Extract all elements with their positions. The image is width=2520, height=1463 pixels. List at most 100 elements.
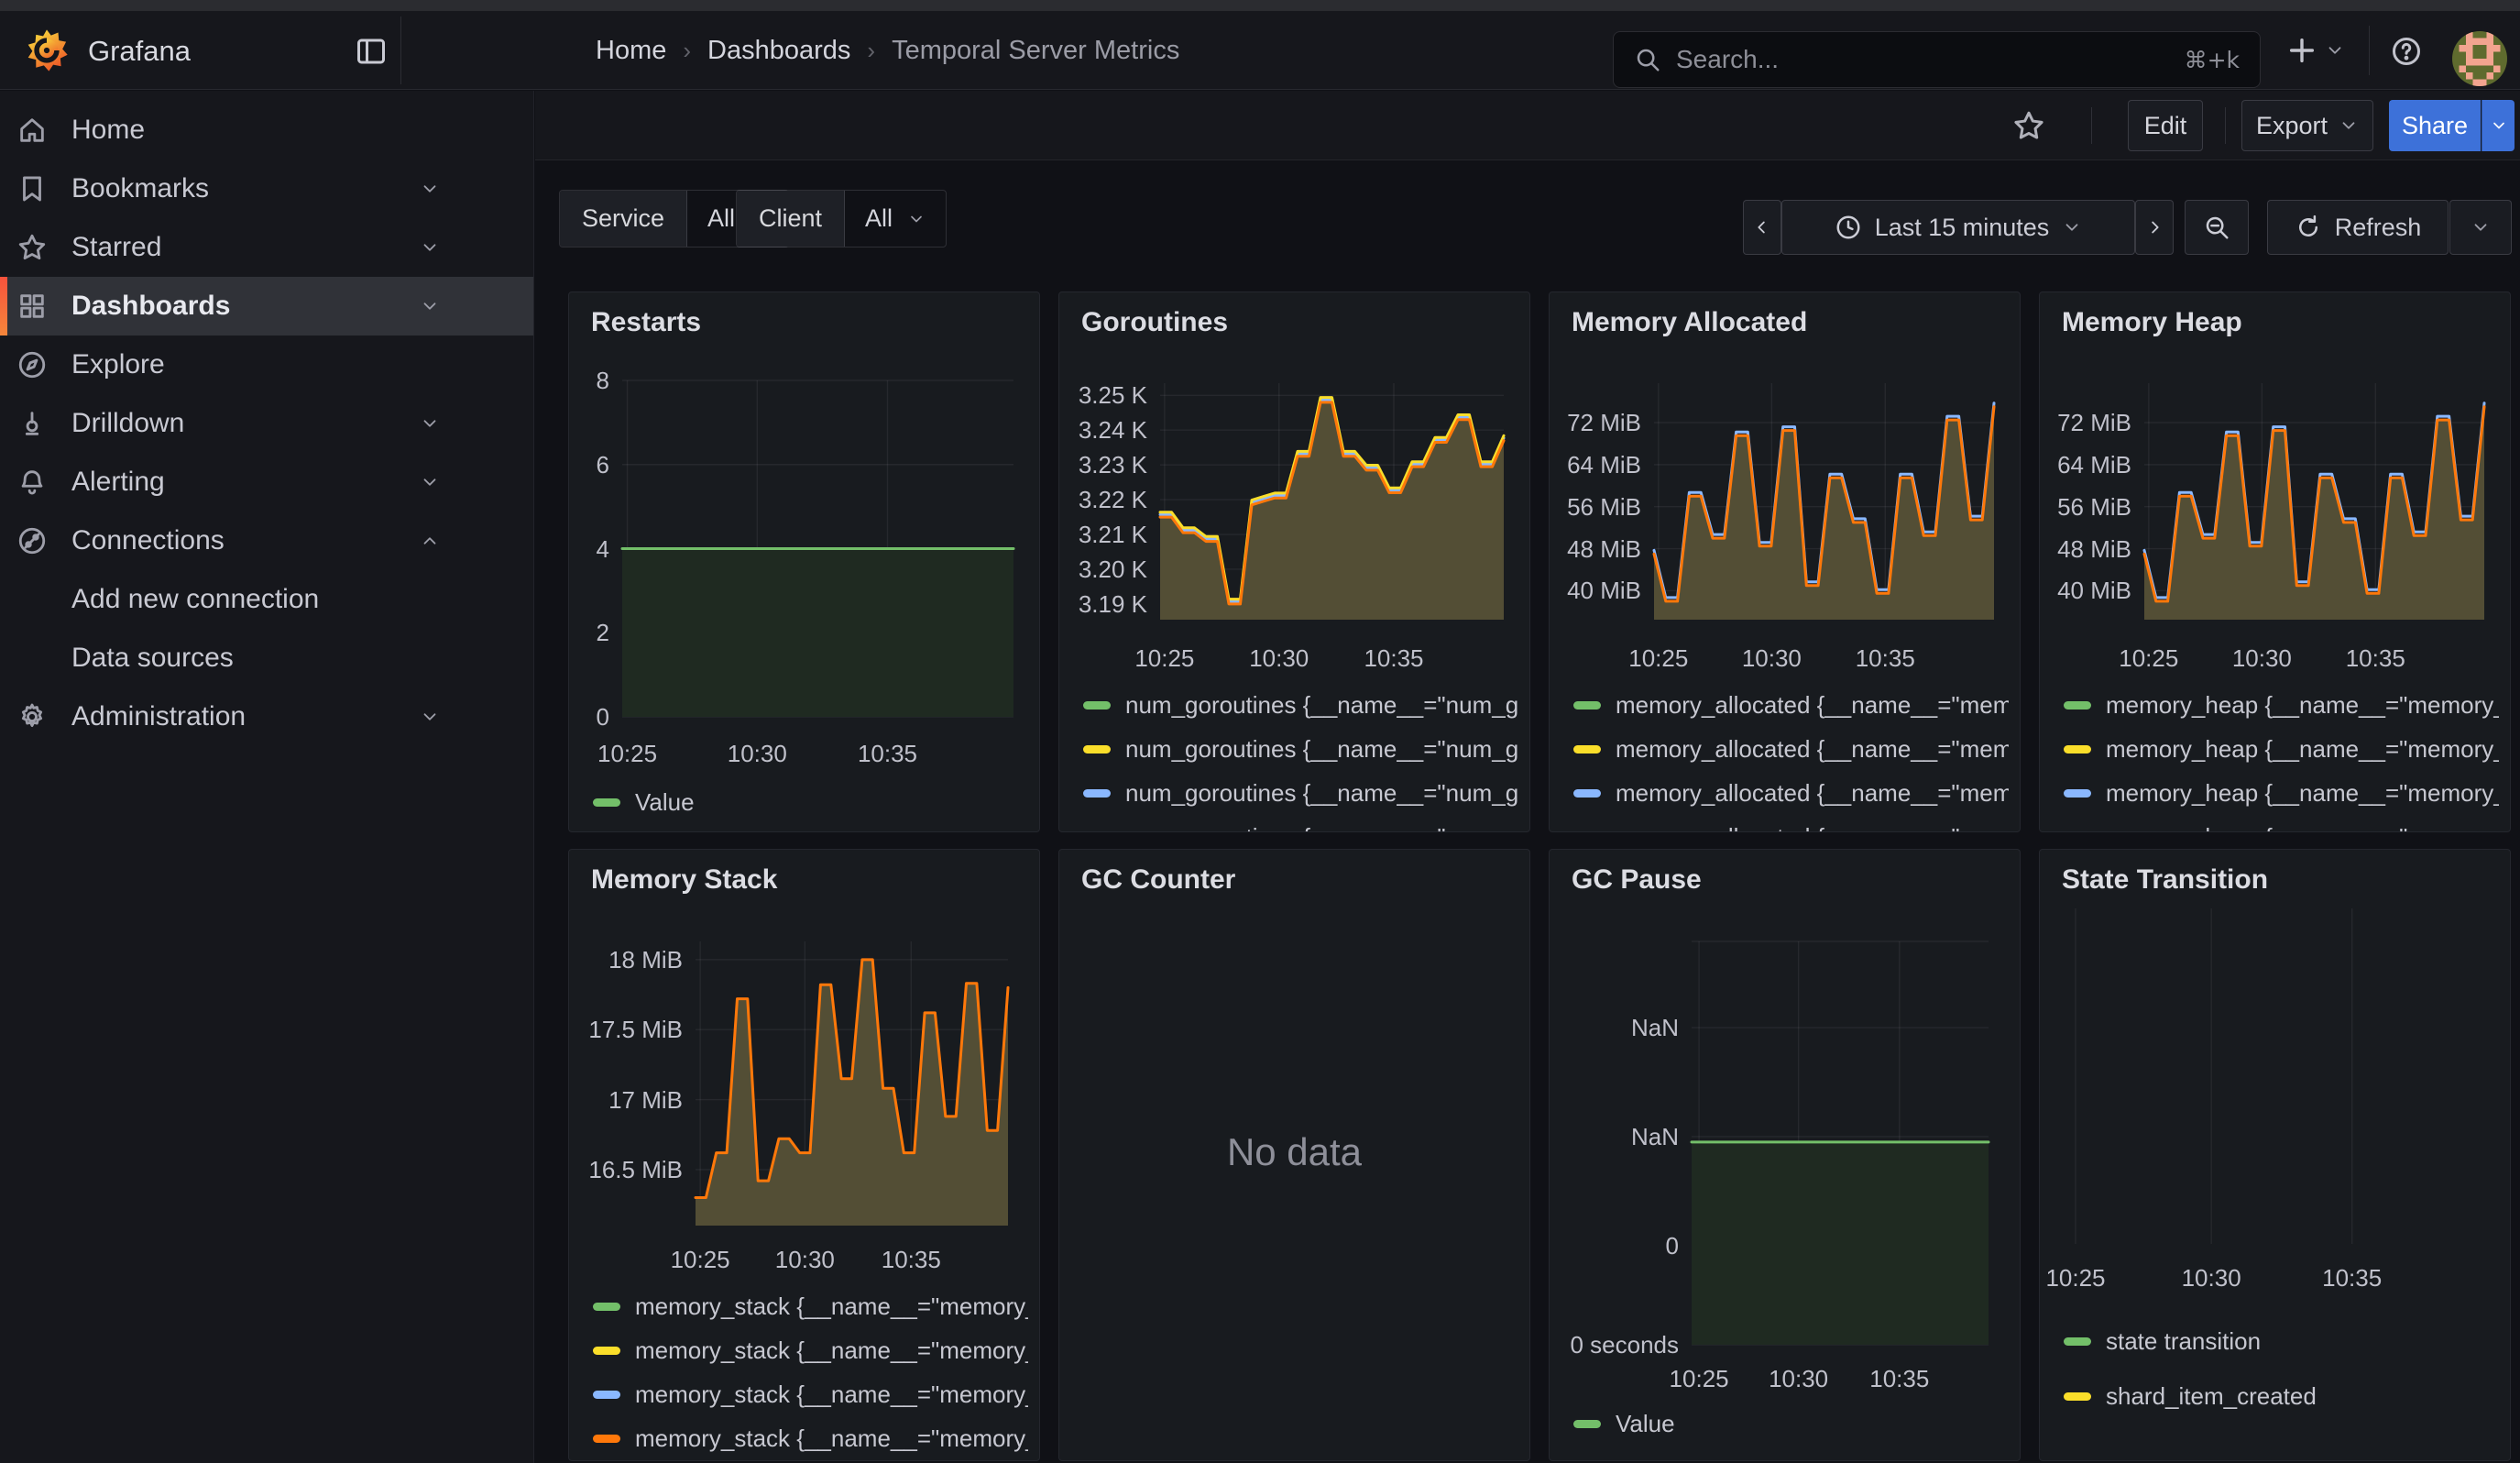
panel-title[interactable]: Memory Allocated	[1572, 307, 1807, 338]
legend-label: num_goroutines {__name__="num_go	[1125, 691, 1518, 720]
refresh-button[interactable]: Refresh	[2267, 200, 2449, 255]
y-axis-tick: 17.5 MiB	[569, 1016, 683, 1044]
export-label: Export	[2256, 112, 2328, 140]
legend-item[interactable]: num_goroutines {__name__="num_go	[1083, 687, 1518, 723]
legend-item[interactable]: num_goroutines {__name__="num_go	[1083, 731, 1518, 767]
panel-title[interactable]: Restarts	[591, 307, 701, 338]
time-forward-button[interactable]	[2135, 200, 2174, 255]
panel-title[interactable]: GC Counter	[1081, 864, 1235, 896]
legend-item[interactable]: memory_stack {__name__="memory_s	[593, 1420, 1028, 1457]
legend-item[interactable]: Value	[1573, 1405, 2009, 1442]
legend-swatch	[1083, 745, 1111, 754]
legend-label: memory_allocated {__name__="memo	[1616, 735, 2009, 764]
zoom-out-button[interactable]	[2185, 200, 2249, 255]
breadcrumb-home[interactable]: Home	[596, 36, 666, 66]
chart-plot[interactable]	[2144, 383, 2484, 620]
chart-plot[interactable]	[2054, 908, 2503, 1244]
export-button[interactable]: Export	[2241, 100, 2373, 151]
legend-item[interactable]: memory_heap {__name__="memory_h	[2064, 687, 2499, 723]
legend-item[interactable]: num_goroutines {__name__="num_go	[1083, 775, 1518, 811]
sidebar-item-dashboards[interactable]: Dashboards	[0, 277, 533, 336]
plus-icon	[2286, 35, 2317, 66]
panel-title[interactable]: Memory Heap	[2062, 307, 2242, 338]
x-axis-tick: 10:35	[2311, 644, 2439, 673]
chart-plot[interactable]	[1692, 941, 1989, 1345]
dock-menu-icon[interactable]	[354, 35, 389, 68]
legend-item[interactable]: state transition	[2064, 1323, 2499, 1359]
grafana-logo-icon[interactable]	[24, 28, 70, 73]
legend-item[interactable]: memory_allocated {__name__="memo	[1573, 687, 2009, 723]
sidebar-item-connections[interactable]: Connections	[0, 512, 533, 570]
sidebar-item-bookmarks[interactable]: Bookmarks	[0, 160, 533, 218]
sidebar-item-label: Bookmarks	[71, 173, 209, 204]
legend-item[interactable]: memory_heap {__name__="memory_h	[2064, 731, 2499, 767]
sidebar-item-data-sources[interactable]: Data sources	[0, 629, 533, 688]
y-axis-tick: NaN	[1550, 1014, 1679, 1042]
client-filter[interactable]: Client All	[736, 190, 947, 248]
service-filter-label: Service	[560, 191, 687, 247]
legend-swatch	[593, 1303, 620, 1311]
legend-item[interactable]: memory_allocated {__name__="memo	[1573, 775, 2009, 811]
sidebar-item-starred[interactable]: Starred	[0, 218, 533, 277]
x-axis-tick: 10:35	[1835, 1365, 1964, 1393]
sidebar-item-drilldown[interactable]: Drilldown	[0, 394, 533, 453]
sidebar-item-alerting[interactable]: Alerting	[0, 453, 533, 512]
legend-item[interactable]: memory_stack {__name__="memory_s	[593, 1288, 1028, 1325]
breadcrumb-dashboards[interactable]: Dashboards	[707, 36, 850, 66]
chart-plot[interactable]	[1654, 383, 1994, 620]
legend-swatch	[1083, 701, 1111, 710]
legend-item[interactable]: memory_allocated {__name__="memo	[1573, 819, 2009, 832]
question-circle-icon	[2390, 35, 2423, 68]
legend-item[interactable]: num_goroutines {__name__="num_go	[1083, 819, 1518, 832]
search-icon	[1634, 46, 1661, 73]
legend-item[interactable]: memory_heap {__name__="memory_h	[2064, 819, 2499, 832]
chevron-down-icon	[2062, 217, 2082, 237]
sidebar-item-administration[interactable]: Administration	[0, 688, 533, 746]
y-axis-tick: 0	[1550, 1232, 1679, 1260]
sidebar-item-explore[interactable]: Explore	[0, 336, 533, 394]
search-input[interactable]: Search... ⌘+k	[1613, 31, 2261, 88]
edit-button[interactable]: Edit	[2128, 100, 2203, 151]
favorite-star-icon[interactable]	[2012, 109, 2045, 142]
chart-plot[interactable]	[696, 941, 1008, 1226]
legend-item[interactable]: memory_stack {__name__="memory_s	[593, 1376, 1028, 1413]
legend-label: memory_heap {__name__="memory_h	[2106, 823, 2499, 833]
legend-label: memory_stack {__name__="memory_s	[635, 1336, 1028, 1365]
legend-swatch	[2064, 701, 2091, 710]
avatar[interactable]	[2452, 31, 2507, 86]
sidebar-item-add-new-connection[interactable]: Add new connection	[0, 570, 533, 629]
legend-item[interactable]: memory_stack {__name__="memory_s	[593, 1332, 1028, 1369]
legend-item[interactable]: shard_item_created	[2064, 1378, 2499, 1414]
panel-title[interactable]: Memory Stack	[591, 864, 777, 896]
legend-item[interactable]: Value	[593, 784, 1028, 820]
time-back-button[interactable]	[1743, 200, 1781, 255]
legend-item[interactable]: memory_heap {__name__="memory_h	[2064, 775, 2499, 811]
add-new-button[interactable]	[2286, 35, 2345, 66]
chevron-down-icon	[420, 237, 440, 258]
panel-goroutines: Goroutines3.25 K3.24 K3.23 K3.22 K3.21 K…	[1058, 292, 1530, 832]
chart-plot[interactable]	[1160, 383, 1504, 620]
y-axis-tick: 3.23 K	[1059, 451, 1147, 479]
bell-icon	[16, 467, 48, 498]
sidebar-item-home[interactable]: Home	[0, 101, 533, 160]
panel-title[interactable]: GC Pause	[1572, 864, 1702, 896]
search-placeholder: Search...	[1676, 45, 2185, 74]
sidebar-item-label: Administration	[71, 701, 246, 732]
share-dropdown-button[interactable]	[2482, 100, 2515, 151]
x-axis-tick: 10:35	[1821, 644, 1949, 673]
legend-swatch	[1573, 789, 1601, 798]
panel-title[interactable]: State Transition	[2062, 864, 2268, 896]
search-shortcut: ⌘+k	[2185, 47, 2240, 73]
chart-plot[interactable]	[622, 380, 1013, 717]
x-axis-tick: 10:25	[1594, 644, 1723, 673]
refresh-interval-dropdown[interactable]	[2449, 200, 2512, 255]
sidebar-item-label: Drilldown	[71, 408, 184, 439]
panel-title[interactable]: Goroutines	[1081, 307, 1228, 338]
legend-swatch	[1573, 701, 1601, 710]
share-button[interactable]: Share	[2389, 100, 2481, 151]
legend-item[interactable]: memory_allocated {__name__="memo	[1573, 731, 2009, 767]
time-range-picker[interactable]: Last 15 minutes	[1781, 200, 2135, 255]
help-button[interactable]	[2390, 35, 2423, 68]
y-axis-tick: 3.21 K	[1059, 521, 1147, 549]
chevron-down-icon	[420, 179, 440, 199]
